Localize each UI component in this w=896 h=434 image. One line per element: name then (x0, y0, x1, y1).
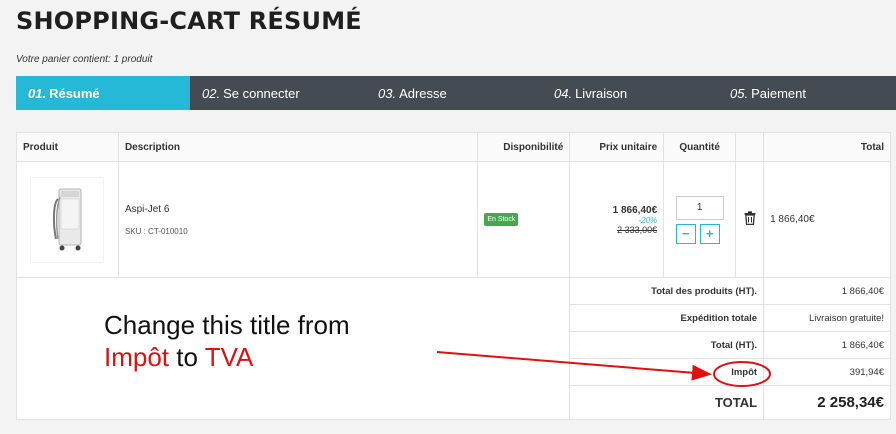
line-total: 1 866,40€ (763, 161, 891, 278)
unit-price-cell: 1 866,40€ -20% 2 333,00€ (569, 161, 665, 278)
step-number: 04. (554, 85, 573, 101)
col-header-delete (735, 132, 765, 162)
trash-icon[interactable] (744, 211, 756, 228)
checkout-steps: 01. Résumé 02. Se connecter 03. Adresse … (16, 76, 896, 110)
step-login[interactable]: 02. Se connecter (190, 76, 366, 110)
grand-total-value: 2 258,34€ (763, 385, 891, 420)
col-header-unit-price: Prix unitaire (569, 132, 665, 162)
table-header-row: Produit Description Disponibilité Prix u… (16, 132, 891, 162)
quantity-decrease-button[interactable]: − (675, 223, 696, 244)
table-row: Aspi-Jet 6 SKU : CT-010010 En Stock 1 86… (16, 161, 891, 278)
product-machine-icon (53, 188, 82, 250)
step-number: 02. (202, 85, 221, 101)
col-header-quantity: Quantité (663, 132, 737, 162)
tax-label: Impôt (569, 358, 765, 386)
product-image-cell (16, 161, 119, 278)
annotation-word-to: TVA (204, 342, 254, 372)
quantity-input[interactable] (675, 195, 724, 220)
col-header-availability: Disponibilité (477, 132, 571, 162)
grand-total-label: TOTAL (569, 385, 765, 420)
step-number: 05. (730, 85, 749, 101)
product-image[interactable] (30, 176, 105, 263)
annotation-note: Change this title from Impôt to TVA (104, 309, 350, 373)
products-total-label: Total des produits (HT). (569, 277, 765, 305)
annotation-line: Impôt to TVA (104, 341, 350, 373)
step-number: 01. (28, 85, 47, 101)
step-label: Livraison (575, 85, 628, 101)
unit-price: 1 866,40€ (612, 204, 658, 216)
product-sku: SKU : CT-010010 (124, 226, 188, 236)
products-total-value: 1 866,40€ (763, 277, 891, 305)
annotation-line: Change this title from (104, 310, 350, 340)
delete-cell (735, 161, 765, 278)
step-payment[interactable]: 05. Paiement (718, 76, 896, 110)
col-header-product: Produit (16, 132, 119, 162)
cart-count: Votre panier contient: 1 produit (16, 54, 153, 65)
cart-table: Produit Description Disponibilité Prix u… (15, 132, 891, 420)
step-label: Résumé (49, 85, 100, 101)
col-header-total: Total (763, 132, 891, 162)
step-shipping[interactable]: 04. Livraison (542, 76, 718, 110)
shipping-value: Livraison gratuite! (763, 304, 891, 332)
step-address[interactable]: 03. Adresse (366, 76, 542, 110)
page-title: SHOPPING-CART RÉSUMÉ (16, 7, 362, 35)
stock-badge: En Stock (484, 213, 519, 226)
tax-value: 391,94€ (763, 358, 891, 386)
step-number: 03. (378, 85, 397, 101)
step-label: Paiement (751, 85, 806, 101)
annotation-joiner: to (169, 342, 205, 372)
summary-row: Total des produits (HT). 1 866,40€ (15, 277, 891, 420)
discount-badge: -20% (638, 215, 658, 225)
product-description-cell: Aspi-Jet 6 SKU : CT-010010 (117, 161, 479, 278)
shipping-label: Expédition totale (569, 304, 765, 332)
product-name[interactable]: Aspi-Jet 6 (125, 204, 477, 215)
old-price: 2 333,00€ (617, 224, 658, 235)
quantity-cell: − + (663, 161, 737, 278)
step-label: Adresse (399, 85, 447, 101)
step-label: Se connecter (223, 85, 300, 101)
total-ht-label: Total (HT). (569, 331, 765, 359)
total-ht-value: 1 866,40€ (763, 331, 891, 359)
quantity-increase-button[interactable]: + (699, 223, 720, 244)
quantity-stepper: − + (675, 195, 724, 244)
annotation-word-from: Impôt (104, 342, 170, 372)
col-header-description: Description (117, 132, 479, 162)
availability-cell: En Stock (477, 161, 571, 278)
step-summary[interactable]: 01. Résumé (16, 76, 190, 110)
